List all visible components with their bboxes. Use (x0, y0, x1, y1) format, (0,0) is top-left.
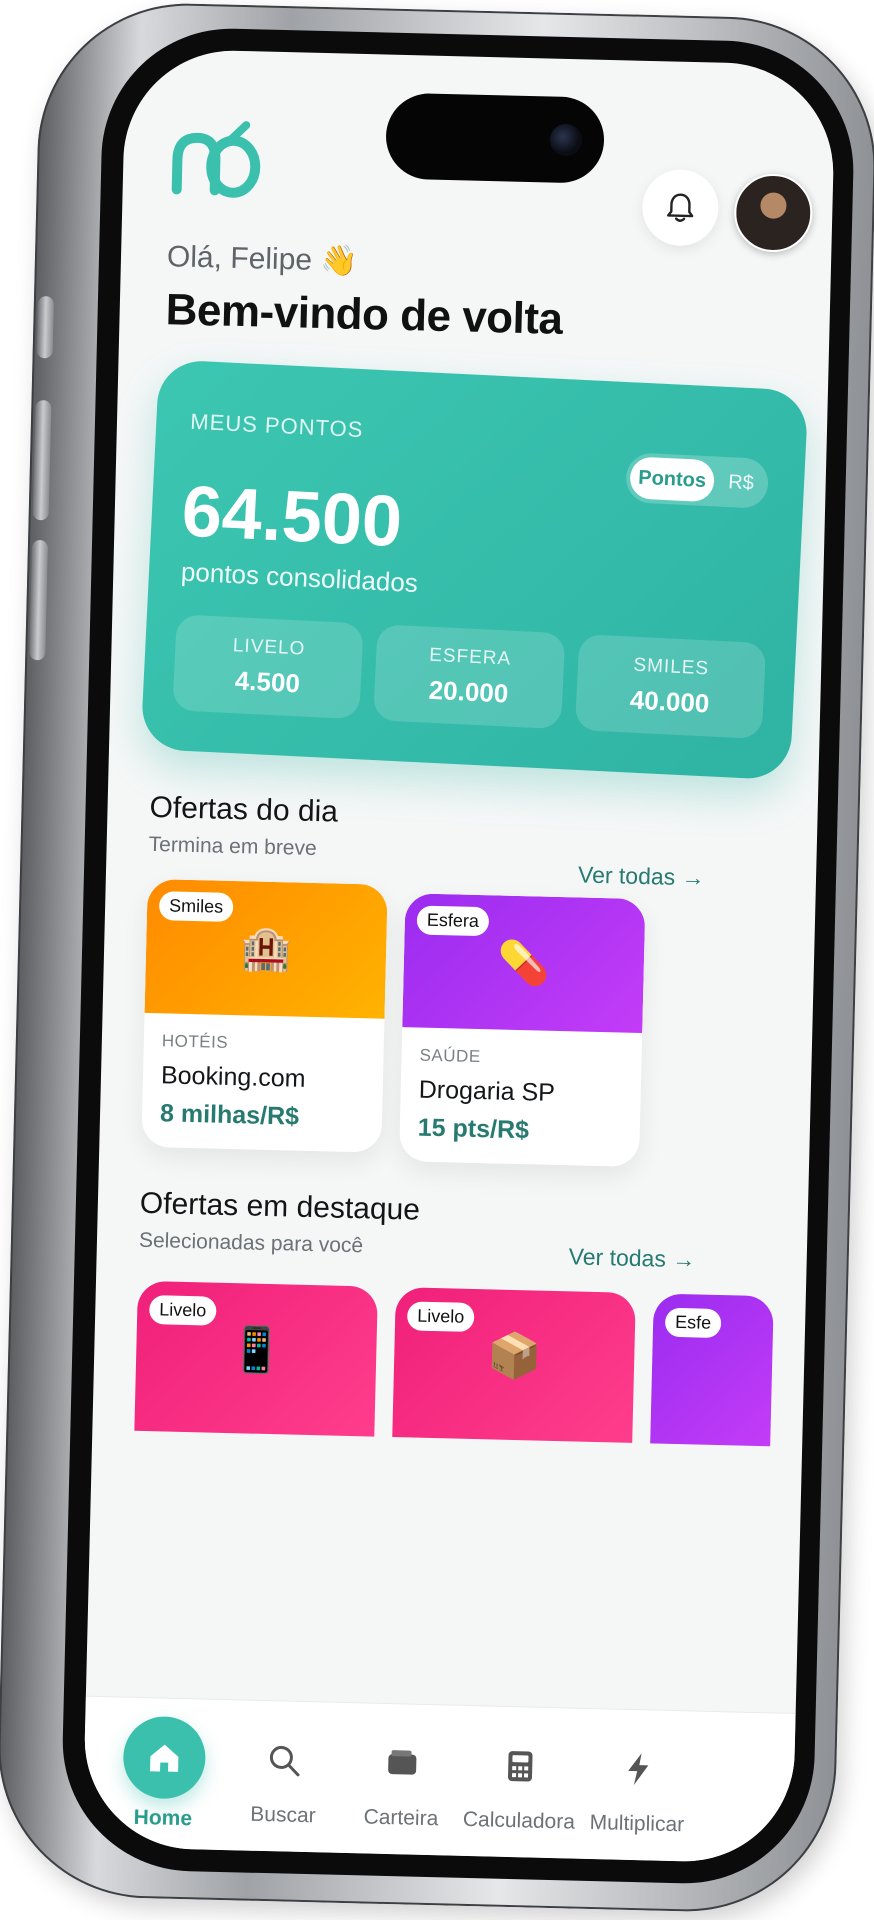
tab-label: Carteira (363, 1805, 439, 1831)
daily-offers-title: Ofertas do dia (149, 790, 339, 829)
program-balances: LIVELO 4.500 ESFERA 20.000 SMILES 40.000 (172, 614, 767, 740)
currency-toggle[interactable]: Pontos R$ (624, 452, 770, 510)
offer-category: HOTÉIS (161, 1031, 229, 1052)
toggle-reais[interactable]: R$ (714, 470, 769, 496)
featured-card-phone[interactable]: Livelo 📱 (134, 1280, 378, 1437)
tab-calculator[interactable]: Calculadora (459, 1706, 582, 1835)
offer-category: SAÚDE (419, 1045, 481, 1067)
phone-frame: Olá, Felipe 👋 Bem-vindo de volta MEUS PO… (0, 0, 874, 1915)
offer-card-drogaria[interactable]: Esfera 💊 SAÚDE Drogaria SP 15 pts/R$ (399, 893, 646, 1167)
offer-card-booking[interactable]: Smiles 🏨 HOTÉIS Booking.com 8 milhas/R$ (141, 878, 388, 1153)
notifications-button[interactable] (641, 168, 720, 247)
action-button (36, 296, 55, 359)
tab-label: Buscar (250, 1802, 316, 1828)
featured-offers-see-all-link[interactable]: Ver todas → (568, 1243, 695, 1273)
program-tile-esfera[interactable]: ESFERA 20.000 (373, 624, 566, 730)
tab-label: Multiplicar (589, 1810, 685, 1837)
search-icon (269, 1745, 300, 1777)
offer-badge: Esfera (416, 905, 490, 937)
daily-offers-subtitle: Termina em breve (148, 832, 317, 861)
points-total-caption: pontos consolidados (180, 556, 419, 599)
program-tile-livelo[interactable]: LIVELO 4.500 (172, 614, 365, 720)
page-title: Bem-vindo de volta (165, 285, 564, 344)
program-value: 40.000 (629, 684, 711, 718)
user-avatar[interactable] (733, 173, 814, 253)
featured-card-esfera[interactable]: Esfe (650, 1293, 774, 1447)
featured-card-package[interactable]: Livelo 📦 (392, 1287, 636, 1443)
program-tile-smiles[interactable]: SMILES 40.000 (574, 633, 767, 740)
tab-search[interactable]: Buscar (223, 1700, 346, 1829)
tab-home[interactable]: Home (103, 1697, 226, 1832)
package-icon: 📦 (486, 1331, 543, 1382)
smartphone-icon: 📱 (228, 1325, 285, 1376)
home-icon (150, 1744, 179, 1772)
volume-up-button (32, 400, 52, 521)
bolt-icon (628, 1753, 649, 1786)
featured-offers-subtitle: Selecionadas para você (138, 1228, 364, 1258)
offer-badge: Smiles (158, 891, 234, 923)
program-name: ESFERA (428, 644, 512, 670)
toggle-points[interactable]: Pontos (629, 456, 716, 503)
offer-merchant: Drogaria SP (418, 1075, 556, 1107)
tab-wallet[interactable]: Carteira (341, 1703, 464, 1832)
points-total: 64.500 (180, 471, 404, 563)
featured-offers-title: Ofertas em destaque (139, 1186, 421, 1227)
volume-down-button (29, 539, 49, 661)
bell-icon (666, 193, 694, 222)
program-value: 4.500 (234, 664, 301, 698)
wallet-icon (388, 1750, 417, 1775)
program-name: SMILES (632, 654, 710, 679)
tab-label: Home (133, 1805, 193, 1831)
program-name: LIVELO (232, 634, 306, 660)
greeting: Olá, Felipe 👋 (166, 240, 359, 278)
offer-rate: 15 pts/R$ (417, 1113, 530, 1145)
offer-merchant: Booking.com (160, 1061, 306, 1093)
program-value: 20.000 (428, 674, 509, 709)
dynamic-island (385, 92, 606, 184)
tab-label: Calculadora (462, 1807, 576, 1834)
screen: Olá, Felipe 👋 Bem-vindo de volta MEUS PO… (82, 48, 836, 1864)
bottom-tab-bar: Home Buscar Carteira Calculadora Multipl… (82, 1695, 796, 1864)
points-summary-card: MEUS PONTOS Pontos R$ 64.500 pontos cons… (140, 359, 809, 781)
phone-bezel: Olá, Felipe 👋 Bem-vindo de volta MEUS PO… (59, 25, 857, 1887)
tab-multiply[interactable]: Multiplicar (577, 1709, 700, 1838)
app-logo (171, 121, 261, 198)
points-label: MEUS PONTOS (189, 408, 364, 443)
daily-offers-see-all-link[interactable]: Ver todas → (578, 861, 705, 891)
offer-banner: Esfera 💊 (402, 893, 646, 1034)
front-camera (549, 123, 583, 157)
offer-banner: Smiles 🏨 (144, 878, 388, 1019)
pill-icon: 💊 (497, 937, 551, 987)
offer-rate: 8 milhas/R$ (159, 1099, 300, 1131)
hotel-icon: 🏨 (239, 923, 293, 972)
calculator-icon (507, 1751, 533, 1782)
offer-badge: Esfe (664, 1307, 722, 1339)
